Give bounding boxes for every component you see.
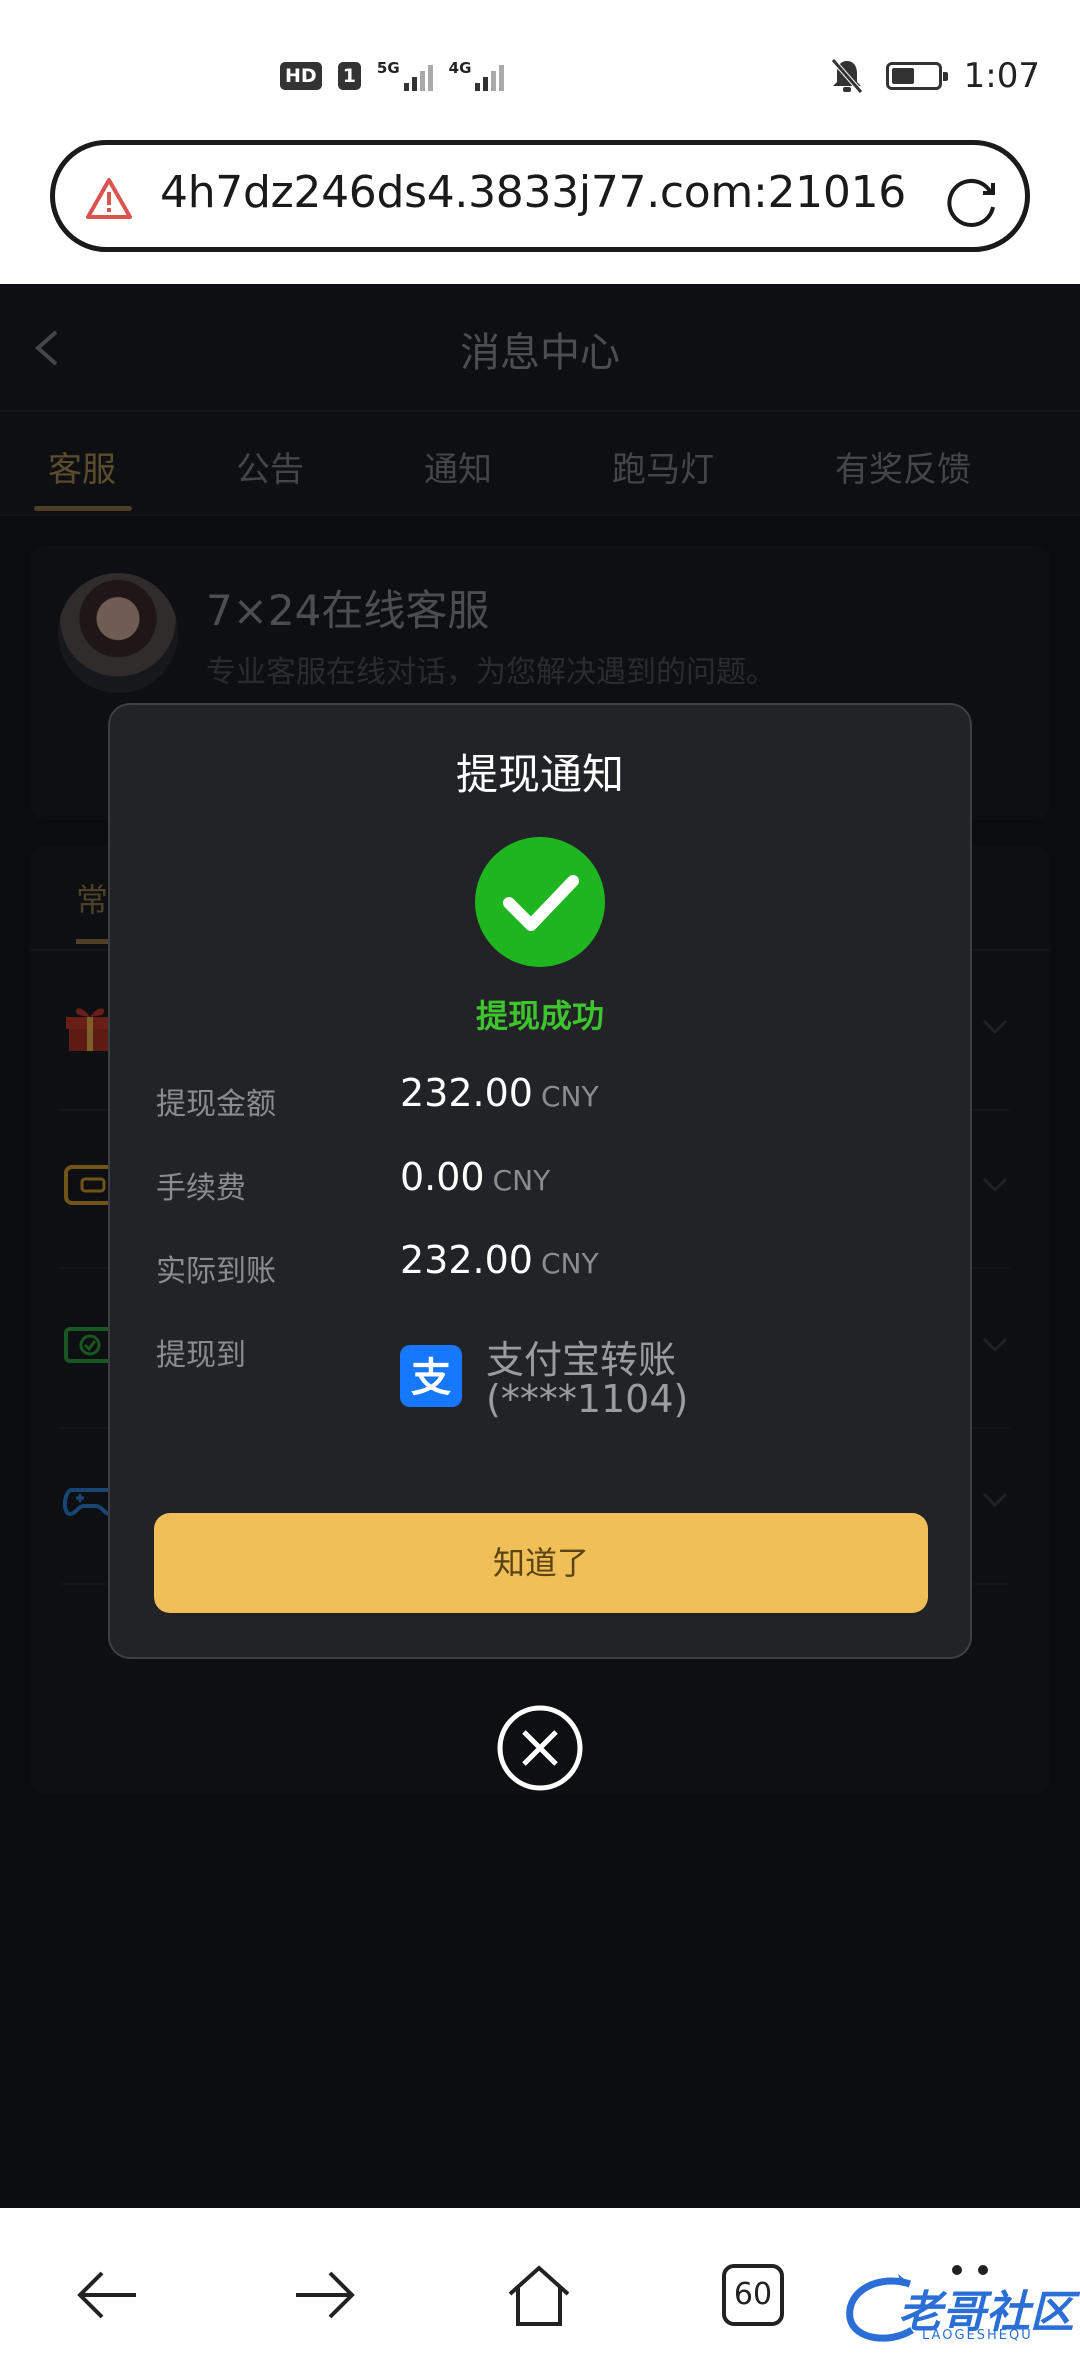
url-bar[interactable]: 4h7dz246ds4.3833j77.com:21016 [50, 140, 1030, 252]
status-icons-right: 1:07 [830, 52, 1040, 100]
status-icons-left: HD 1 5G 4G [280, 58, 505, 94]
sim-badge: 1 [337, 62, 361, 90]
signal-5g-icon: 5G [377, 61, 433, 91]
browser-bottom-bar: 60 老哥社区 LAOGESHEQU [0, 2208, 1080, 2376]
destination-label: 提现到 [156, 1338, 246, 1373]
warning-icon[interactable] [85, 177, 133, 221]
watermark-subtext: LAOGESHEQU [922, 2328, 1033, 2343]
hd-badge: HD [280, 62, 322, 90]
clock: 1:07 [963, 56, 1040, 96]
received-value: 232.00 CNY [400, 1238, 599, 1282]
check-circle-icon [475, 837, 605, 967]
status-bar: HD 1 5G 4G 1:07 [0, 0, 1080, 140]
network-5g-label: 5G [376, 59, 400, 77]
fee-label: 手续费 [156, 1171, 246, 1206]
reload-icon[interactable] [943, 173, 1001, 231]
withdrawal-notice-dialog: 提现通知 提现成功 提现金额 232.00 CNY 手续费 0.00 CNY 实际到… [108, 703, 972, 1659]
alipay-icon: 支 [400, 1345, 462, 1407]
dialog-title: 提现通知 [455, 750, 624, 799]
received-label: 实际到账 [156, 1254, 276, 1289]
close-icon[interactable] [496, 1704, 584, 1792]
amount-value: 232.00 CNY [400, 1071, 599, 1115]
alipay-glyph: 支 [411, 1355, 451, 1401]
fee-value: 0.00 CNY [400, 1155, 551, 1199]
destination-account: (****1104) [486, 1377, 689, 1421]
browser-toolbar: 4h7dz246ds4.3833j77.com:21016 [0, 140, 1080, 284]
network-4g-label: 4G [448, 59, 472, 77]
home-icon[interactable] [504, 2260, 574, 2330]
back-icon[interactable] [72, 2260, 142, 2330]
confirm-button[interactable]: 知道了 [154, 1513, 928, 1613]
battery-icon [885, 62, 948, 90]
tab-count-button[interactable]: 60 [722, 2264, 784, 2326]
bell-muted-icon [830, 58, 863, 94]
signal-4g-icon: 4G [449, 61, 505, 91]
forward-icon[interactable] [290, 2260, 360, 2330]
url-text[interactable]: 4h7dz246ds4.3833j77.com:21016 [160, 167, 906, 218]
status-text: 提现成功 [475, 997, 604, 1035]
watermark-logo: 老哥社区 LAOGESHEQU [840, 2270, 1074, 2350]
destination-name: 支付宝转账 [486, 1338, 677, 1382]
amount-label: 提现金额 [156, 1087, 276, 1122]
